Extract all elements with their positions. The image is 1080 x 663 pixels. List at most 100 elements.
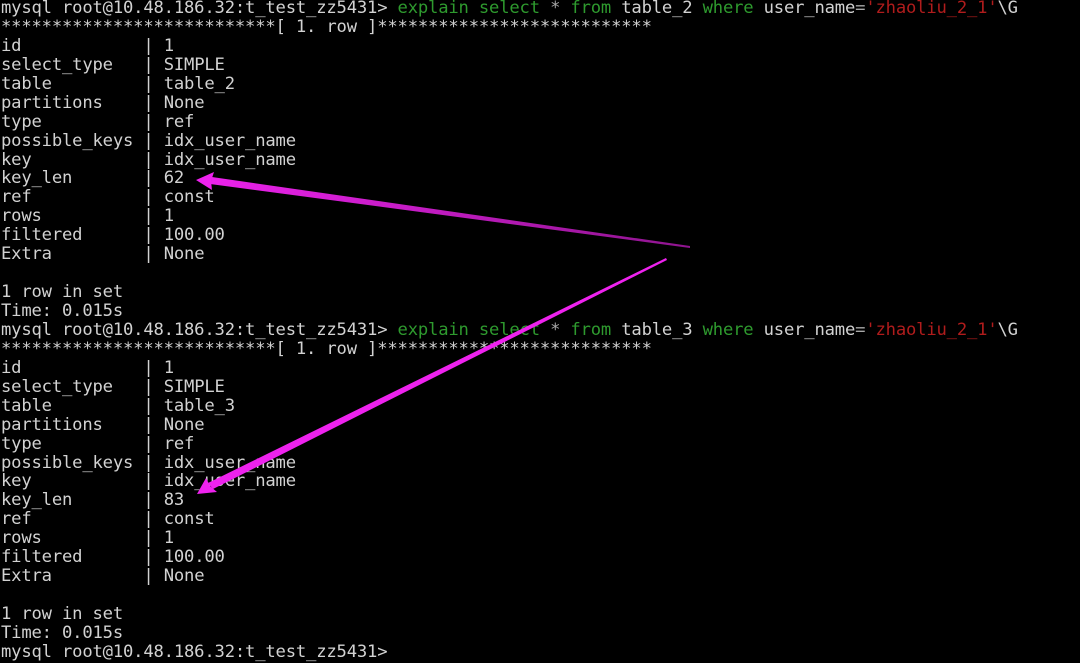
field-name: possible_keys |: [1, 130, 164, 151]
field-value: const: [163, 509, 215, 530]
summary-line: 1 row in set: [1, 283, 1018, 302]
field-name: type |: [1, 111, 164, 132]
row-header: ***************************[ 1. row ]***…: [1, 16, 1018, 37]
field-value: idx_user_name: [163, 471, 296, 492]
field-value: 1: [163, 357, 174, 378]
field-name: key |: [1, 149, 164, 170]
query-time: Time: 0.015s: [1, 622, 124, 643]
field-value: idx_user_name: [163, 452, 296, 473]
field-name: key_len |: [1, 490, 164, 511]
field-value: idx_user_name: [163, 149, 296, 170]
field-row: filtered | 100.00: [1, 226, 1018, 245]
sql-string: 'zhaoliu_2_1': [865, 0, 998, 18]
sql-keyword: where: [702, 0, 754, 18]
field-name: ref |: [1, 509, 164, 530]
prompt: mysql root@10.48.186.32:t_test_zz5431>: [1, 319, 388, 340]
field-value: None: [163, 414, 205, 435]
field-row: table | table_3: [1, 395, 1018, 416]
field-value: table_3: [163, 395, 235, 416]
field-name: possible_keys |: [1, 452, 164, 473]
field-value: SIMPLE: [163, 54, 225, 75]
field-name: key_len |: [1, 168, 164, 189]
sql-star: *: [550, 319, 561, 340]
field-value: 1: [163, 206, 174, 227]
field-row: ref | const: [1, 510, 1018, 529]
field-row: possible_keys | idx_user_name: [1, 452, 1018, 473]
field-row: ref | const: [1, 188, 1018, 207]
field-row: key | idx_user_name: [1, 472, 1018, 491]
row-count: 1 row in set: [1, 282, 124, 303]
field-name: id |: [1, 357, 164, 378]
field-row: key_len | 62: [1, 169, 1018, 188]
row-header: ***************************[ 1. row ]***…: [1, 338, 1018, 359]
field-name: filtered |: [1, 225, 164, 246]
field-row: type | ref: [1, 111, 1018, 132]
sql-table: table_2: [611, 0, 703, 18]
field-row: select_type | SIMPLE: [1, 54, 1018, 75]
sql-keyword: explain select: [397, 0, 541, 18]
field-name: select_type |: [1, 376, 164, 397]
field-row: type | ref: [1, 433, 1018, 454]
field-name: Extra |: [1, 566, 164, 587]
sql-keyword: from: [570, 0, 612, 18]
field-value: 1: [163, 528, 174, 549]
field-value: None: [163, 92, 205, 113]
field-name: table |: [1, 73, 164, 94]
command-line: mysql root@10.48.186.32:t_test_zz5431> e…: [1, 319, 1019, 340]
field-value: ref: [163, 433, 195, 454]
field-value: None: [163, 244, 205, 265]
sql-keyword: where: [702, 319, 754, 340]
sql-terminator: \G: [997, 319, 1019, 340]
field-row: id | 1: [1, 357, 1018, 378]
field-value: 1: [163, 35, 174, 56]
field-row: key | idx_user_name: [1, 149, 1018, 170]
field-row: Extra | None: [1, 245, 1018, 264]
sql-operator: =: [855, 319, 866, 340]
field-name: filtered |: [1, 547, 164, 568]
field-row: possible_keys | idx_user_name: [1, 130, 1018, 151]
row-header-text: ***************************[ 1. row ]***…: [1, 338, 652, 359]
time-line: Time: 0.015s: [1, 302, 1018, 321]
field-row: rows | 1: [1, 207, 1018, 226]
field-row: key_len | 83: [1, 491, 1018, 510]
field-name: type |: [1, 433, 164, 454]
field-row: partitions | None: [1, 414, 1018, 435]
sql-string: 'zhaoliu_2_1': [865, 319, 998, 340]
field-row: table | table_2: [1, 73, 1018, 94]
field-name: select_type |: [1, 54, 164, 75]
field-name: table |: [1, 395, 164, 416]
prompt-line: mysql root@10.48.186.32:t_test_zz5431>: [1, 641, 1018, 662]
field-name: key |: [1, 471, 164, 492]
field-name: partitions |: [1, 92, 164, 113]
field-value: const: [163, 187, 215, 208]
command-line: mysql root@10.48.186.32:t_test_zz5431> e…: [1, 0, 1018, 18]
sql-operator: =: [855, 0, 866, 18]
terminal-output[interactable]: mysql root@10.48.186.32:t_test_zz5431> e…: [1, 0, 1018, 662]
sql-column: user_name: [753, 0, 856, 18]
field-row: rows | 1: [1, 529, 1018, 548]
field-value: None: [163, 566, 205, 587]
row-header-text: ***************************[ 1. row ]***…: [1, 16, 652, 37]
field-name: rows |: [1, 206, 164, 227]
field-row: filtered | 100.00: [1, 548, 1018, 567]
field-value: 100.00: [163, 225, 225, 246]
field-name: id |: [1, 35, 164, 56]
field-name: ref |: [1, 187, 164, 208]
row-count: 1 row in set: [1, 604, 124, 624]
field-value: 83: [163, 490, 185, 511]
sql-column: user_name: [753, 319, 856, 340]
prompt: mysql root@10.48.186.32:t_test_zz5431>: [1, 641, 388, 662]
field-name: rows |: [1, 528, 164, 549]
sql-table: table_3: [611, 319, 703, 340]
field-name: partitions |: [1, 414, 164, 435]
field-value: 100.00: [163, 547, 225, 568]
field-value: idx_user_name: [163, 130, 296, 151]
field-row: id | 1: [1, 35, 1018, 56]
sql-keyword: from: [570, 319, 612, 340]
